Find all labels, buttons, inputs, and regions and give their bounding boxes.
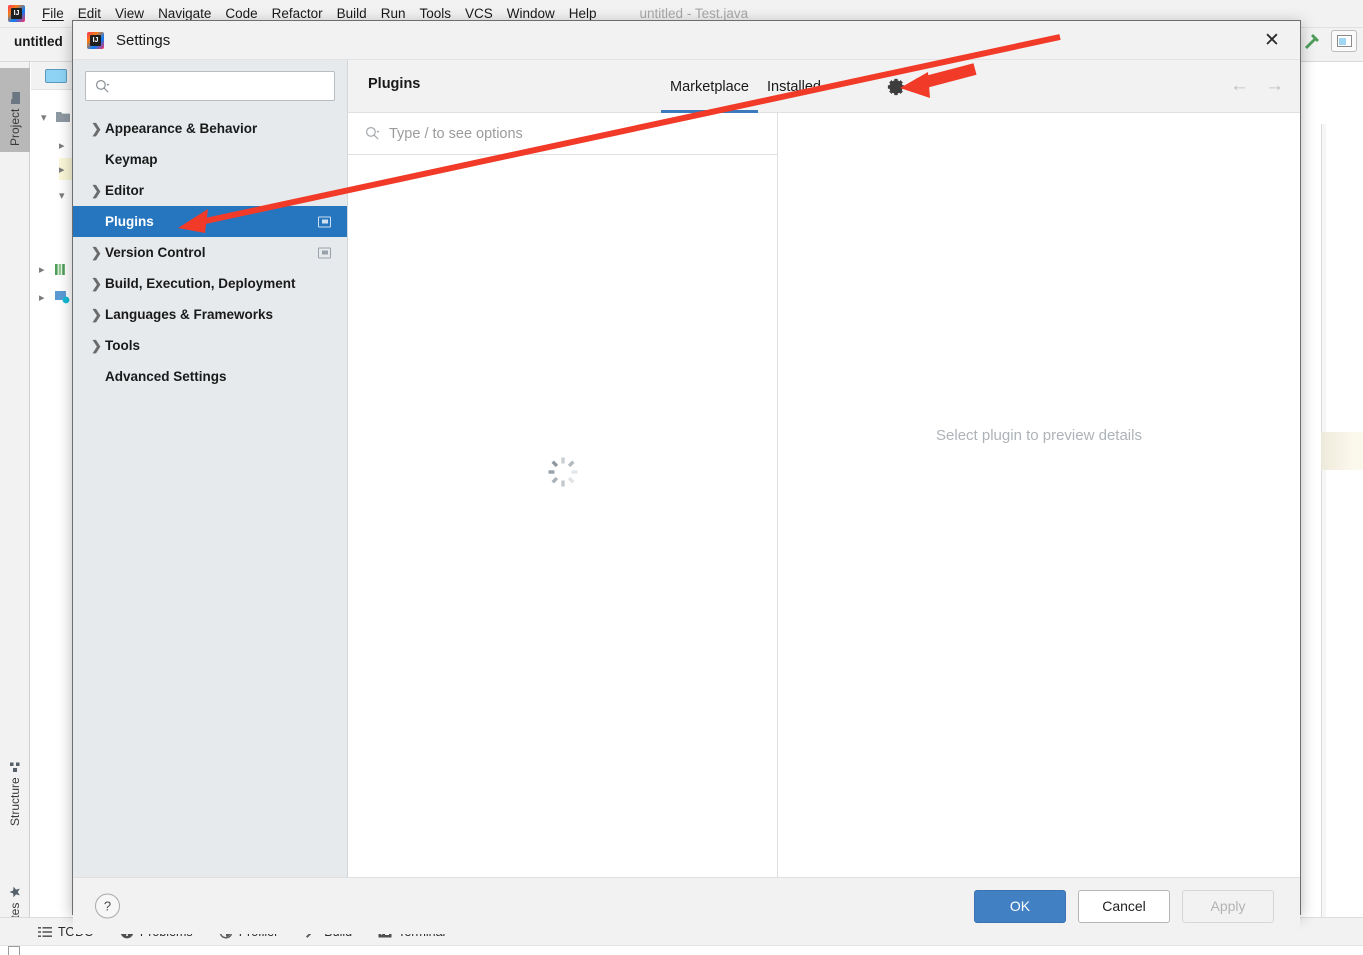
plugin-detail-placeholder: Select plugin to preview details <box>936 426 1142 444</box>
structure-icon <box>10 762 20 773</box>
intellij-logo-icon <box>87 31 104 49</box>
sidebar-item-label: Build, Execution, Deployment <box>105 276 296 291</box>
help-button[interactable]: ? <box>95 893 120 919</box>
window-layout-icon[interactable] <box>1331 30 1357 52</box>
sidebar-item-keymap[interactable]: ❯ Keymap <box>73 144 347 175</box>
chevron-right-icon: ▸ <box>39 291 45 304</box>
chevron-right-icon: ❯ <box>91 182 102 198</box>
settings-search-box[interactable] <box>85 71 335 101</box>
history-navigation: ← → <box>1230 76 1284 95</box>
tab-label: Marketplace <box>670 78 749 95</box>
sidebar-item-label: Appearance & Behavior <box>105 121 258 136</box>
star-icon <box>9 886 20 898</box>
sidebar-item-label: Plugins <box>105 214 154 229</box>
window-title: untitled - Test.java <box>639 6 749 21</box>
plugin-search-input[interactable] <box>380 125 777 142</box>
project-view-icon[interactable] <box>45 68 67 83</box>
chevron-right-icon: ▸ <box>59 163 65 176</box>
tool-window-structure[interactable]: Structure <box>0 732 30 832</box>
chevron-right-icon: ▸ <box>39 263 45 276</box>
project-tree-row-2[interactable]: ▸ <box>59 134 69 156</box>
sidebar-item-appearance-behavior[interactable]: ❯ Appearance & Behavior <box>73 113 347 144</box>
settings-search-input[interactable] <box>110 78 334 94</box>
cancel-button[interactable]: Cancel <box>1078 889 1170 923</box>
dialog-action-buttons: OK Cancel Apply <box>974 889 1274 923</box>
folder-icon <box>11 91 20 104</box>
tab-installed[interactable]: Installed <box>758 60 830 113</box>
plugins-split-view: Select plugin to preview details <box>348 113 1300 877</box>
sidebar-item-version-control[interactable]: ❯ Version Control <box>73 237 347 268</box>
sidebar-item-label: Editor <box>105 183 144 198</box>
sidebar-item-build-execution-deployment[interactable]: ❯ Build, Execution, Deployment <box>73 268 347 299</box>
search-icon <box>95 79 110 93</box>
loading-spinner-icon <box>548 457 577 487</box>
chevron-right-icon: ❯ <box>91 120 102 136</box>
apply-button: Apply <box>1182 889 1274 923</box>
list-icon <box>38 926 52 937</box>
ok-button[interactable]: OK <box>974 889 1066 923</box>
editor-highlight-strip <box>1321 432 1363 470</box>
settings-main-panel: Plugins Marketplace Installed ← → Type /… <box>348 60 1300 877</box>
settings-sidebar: ❯ Appearance & Behavior ❯ Keymap ❯ Edito… <box>73 60 348 877</box>
gear-icon[interactable] <box>885 76 907 98</box>
ide-tool-window-rail: Project Structure Favorites <box>0 62 30 952</box>
sidebar-item-label: Languages & Frameworks <box>105 307 274 322</box>
dialog-body: ❯ Appearance & Behavior ❯ Keymap ❯ Edito… <box>73 60 1300 877</box>
chevron-right-icon: ❯ <box>91 244 102 260</box>
hammer-icon[interactable] <box>1301 30 1323 52</box>
intellij-logo-icon <box>8 5 25 22</box>
chevron-right-icon: ❯ <box>91 337 102 353</box>
arrow-right-icon[interactable]: → <box>1265 76 1284 95</box>
menu-item-file[interactable]: File <box>35 4 71 23</box>
tab-label: Installed <box>766 78 821 95</box>
scratches-icon <box>55 291 70 304</box>
dialog-title: Settings <box>116 31 171 49</box>
plugin-list-panel <box>348 113 778 877</box>
sidebar-item-label: Keymap <box>105 152 158 167</box>
chevron-right-icon: ▸ <box>59 139 65 152</box>
rail-label-structure: Structure <box>8 777 22 826</box>
screen: File Edit View Navigate Code Refactor Bu… <box>0 0 1363 955</box>
sidebar-item-label: Version Control <box>105 245 206 260</box>
project-tree-row-5[interactable]: ▸ <box>39 258 68 280</box>
close-icon[interactable]: ✕ <box>1244 21 1300 60</box>
project-tree-row-4[interactable]: ▾ <box>59 184 69 206</box>
chevron-right-icon: ❯ <box>91 306 102 322</box>
editor-gutter <box>1321 124 1326 955</box>
chevron-right-icon: ❯ <box>91 275 102 291</box>
dialog-title-bar: Settings ✕ <box>73 21 1300 60</box>
sidebar-item-advanced-settings[interactable]: ❯ Advanced Settings <box>73 361 347 392</box>
chevron-down-icon: ▾ <box>59 189 65 202</box>
plugins-header: Plugins Marketplace Installed ← → <box>348 60 1300 113</box>
tab-marketplace[interactable]: Marketplace <box>661 60 758 113</box>
folder-icon <box>56 112 70 122</box>
sidebar-item-label: Tools <box>105 338 140 353</box>
rail-label-project: Project <box>8 108 22 146</box>
tool-window-project[interactable]: Project <box>0 68 30 152</box>
sidebar-item-languages-frameworks[interactable]: ❯ Languages & Frameworks <box>73 299 347 330</box>
project-tree-row-root[interactable]: ▾ <box>41 106 70 128</box>
project-level-badge-icon <box>318 216 331 227</box>
sidebar-item-label: Advanced Settings <box>105 369 227 384</box>
library-icon <box>55 263 65 275</box>
sidebar-item-tools[interactable]: ❯ Tools <box>73 330 347 361</box>
plugin-detail-panel: Select plugin to preview details <box>778 113 1300 877</box>
project-level-badge-icon <box>318 247 331 258</box>
chevron-down-icon: ▾ <box>41 111 47 124</box>
sidebar-item-plugins[interactable]: ❯ Plugins <box>73 206 347 237</box>
plugins-tabs: Marketplace Installed <box>661 60 830 113</box>
search-icon <box>365 126 380 140</box>
page-title: Plugins <box>368 76 421 92</box>
arrow-left-icon[interactable]: ← <box>1230 76 1249 95</box>
dialog-footer: ? OK Cancel Apply <box>73 877 1300 934</box>
ide-bottom-edge <box>0 945 1363 955</box>
plugin-search-box[interactable] <box>348 113 777 155</box>
settings-tree: ❯ Appearance & Behavior ❯ Keymap ❯ Edito… <box>73 113 347 392</box>
bottom-checkbox[interactable] <box>8 946 20 955</box>
sidebar-item-editor[interactable]: ❯ Editor <box>73 175 347 206</box>
settings-dialog: Settings ✕ ❯ Appearance & Behavio <box>72 20 1301 934</box>
project-tree-row-6[interactable]: ▸ <box>39 286 70 308</box>
editor-tab-untitled[interactable]: untitled <box>14 34 63 49</box>
ide-toolbar-right <box>1301 30 1357 52</box>
